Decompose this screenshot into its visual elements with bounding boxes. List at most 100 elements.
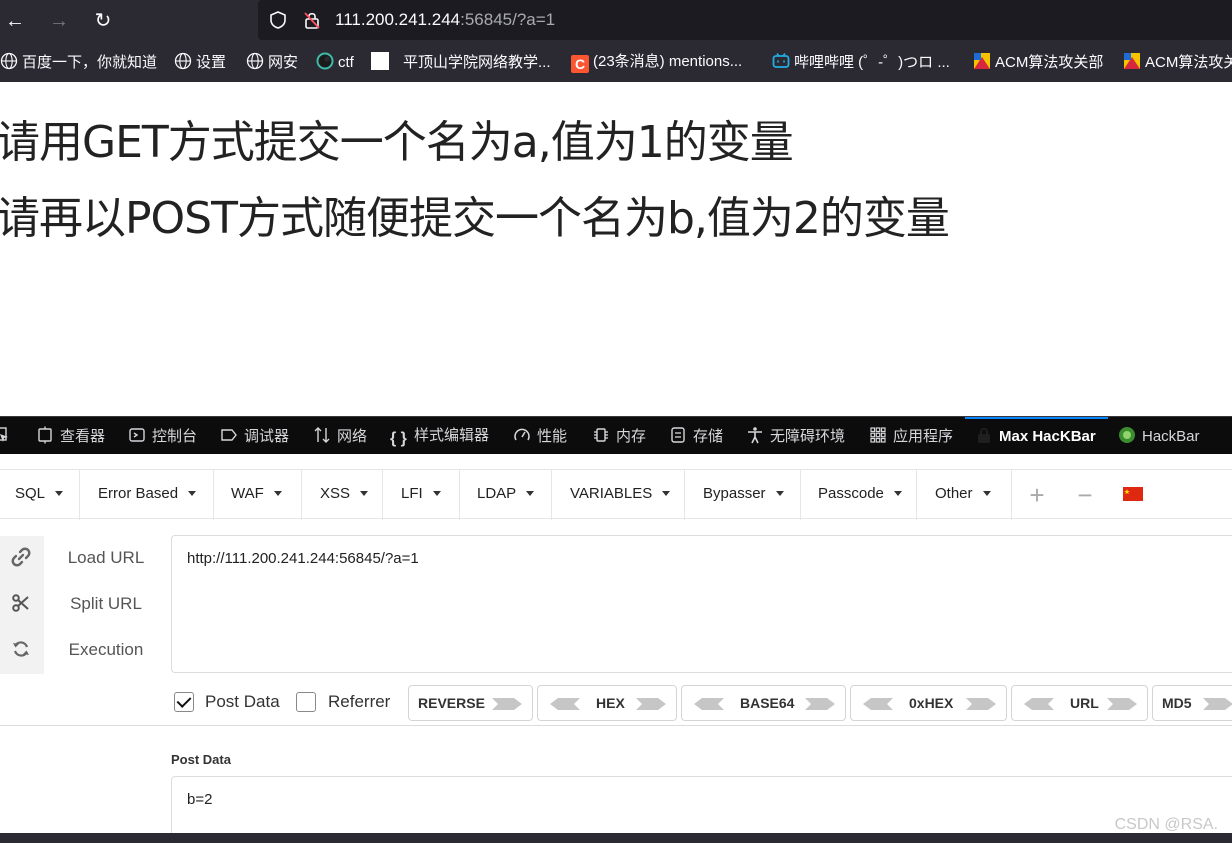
plus-icon[interactable]: +	[1025, 482, 1049, 508]
url-host: 111.200.241.244	[335, 10, 461, 29]
arrow-left-icon	[1024, 698, 1054, 710]
menu-ldap[interactable]: LDAP	[462, 470, 552, 520]
caret-down-icon	[432, 491, 441, 496]
hackbar-menubar: SQL Error Based WAF XSS LFI LDAP VARIABL…	[0, 469, 1232, 520]
bookmark-netsec[interactable]: 网安	[246, 52, 298, 72]
menu-lfi[interactable]: LFI	[386, 470, 460, 520]
tab-application[interactable]: 应用程序	[869, 426, 953, 446]
hackbar-options-row: Post Data Referrer REVERSE HEX BASE64 0x…	[0, 682, 1232, 726]
menu-waf[interactable]: WAF	[216, 470, 302, 520]
tab-performance[interactable]: 性能	[513, 426, 567, 446]
minus-icon[interactable]: −	[1073, 482, 1097, 508]
tab-accessibility[interactable]: 无障碍环境	[746, 426, 845, 446]
caret-down-icon	[360, 491, 369, 496]
0xhex-button[interactable]: 0xHEX	[850, 685, 1007, 721]
arrow-right-icon	[1107, 698, 1137, 710]
back-arrow-icon[interactable]: ←	[2, 8, 28, 34]
caret-down-icon	[55, 491, 64, 496]
inspect-picker-icon[interactable]	[0, 426, 16, 446]
tab-hackbar[interactable]: HackBar	[1118, 426, 1200, 446]
grid-icon	[870, 427, 886, 443]
reverse-button[interactable]: REVERSE	[408, 685, 533, 721]
execution-button[interactable]: Execution	[44, 640, 168, 660]
bookmark-settings[interactable]: 设置	[174, 52, 226, 72]
bookmark-acm-1[interactable]: ACM算法攻关部	[973, 52, 1103, 72]
arrow-right-icon	[1203, 698, 1232, 710]
referrer-checkbox[interactable]	[296, 692, 316, 712]
bookmark-csdn[interactable]: C (23条消息) mentions...	[571, 52, 742, 73]
lock-icon	[978, 427, 990, 443]
instruction-line-2: 请再以POST方式随便提交一个名为b,值为2的变量	[0, 193, 950, 244]
hackbar-panel: SQL Error Based WAF XSS LFI LDAP VARIABL…	[0, 454, 1232, 843]
page-content: 请用GET方式提交一个名为a,值为1的变量 请再以POST方式随便提交一个名为b…	[0, 82, 1232, 416]
referrer-label: Referrer	[328, 692, 391, 711]
bilibili-tv-icon	[772, 53, 790, 68]
globe-icon	[174, 52, 192, 70]
refresh-icon[interactable]	[10, 639, 32, 661]
hex-button[interactable]: HEX	[537, 685, 677, 721]
post-data-value: b=2	[187, 791, 213, 808]
link-icon[interactable]	[10, 547, 32, 569]
bookmarks-bar: 百度一下，你就知道 设置 网安 ctf 平顶山学院网络教学... C (23条消息…	[0, 42, 1232, 82]
arrow-right-icon	[805, 698, 835, 710]
active-tab-indicator	[965, 417, 1108, 419]
hackbar-logo-icon	[1119, 427, 1135, 443]
caret-down-icon	[188, 491, 197, 496]
tab-memory[interactable]: 内存	[592, 426, 646, 446]
globe-icon	[246, 52, 264, 70]
bookmark-baidu[interactable]: 百度一下，你就知道	[0, 52, 157, 72]
split-url-button[interactable]: Split URL	[44, 594, 168, 614]
tab-max-hackbar[interactable]: Max HacKBar	[975, 426, 1096, 446]
shield-icon[interactable]	[268, 10, 288, 30]
network-icon	[314, 427, 330, 443]
menu-passcode[interactable]: Passcode	[803, 470, 917, 520]
url-textarea[interactable]: http://111.200.241.244:56845/?a=1	[171, 535, 1232, 673]
forward-arrow-icon[interactable]: →	[46, 8, 72, 34]
base64-button[interactable]: BASE64	[681, 685, 846, 721]
menu-other[interactable]: Other	[920, 470, 1012, 520]
tab-debugger[interactable]: 调试器	[220, 426, 289, 446]
post-data-label: Post Data	[205, 692, 280, 711]
menu-xss[interactable]: XSS	[305, 470, 383, 520]
caret-down-icon	[662, 491, 671, 496]
hackbar-action-sidebar	[0, 536, 44, 674]
menu-error-based[interactable]: Error Based	[83, 470, 214, 520]
china-flag-icon[interactable]	[1123, 487, 1143, 501]
url-encode-button[interactable]: URL	[1011, 685, 1148, 721]
watermark: CSDN @RSA.	[1114, 816, 1218, 833]
arrow-right-icon	[492, 698, 522, 710]
md5-button[interactable]: MD5	[1152, 685, 1232, 721]
tab-storage[interactable]: 存储	[669, 426, 723, 446]
scissors-icon[interactable]	[10, 593, 32, 615]
tab-network[interactable]: 网络	[313, 426, 367, 446]
post-data-checkbox[interactable]	[174, 692, 194, 712]
browser-toolbar: ← → ↻ 111.200.241.244:56845/?a=1	[0, 0, 1232, 42]
storage-icon	[671, 427, 685, 443]
blank-page-icon	[371, 52, 389, 70]
arrow-right-icon	[966, 698, 996, 710]
bookmark-ctf[interactable]: ctf	[316, 52, 354, 72]
load-url-button[interactable]: Load URL	[44, 548, 168, 568]
tab-style-editor[interactable]: { } 样式编辑器	[390, 426, 489, 447]
bottom-strip	[0, 833, 1232, 843]
reload-icon[interactable]: ↻	[90, 8, 116, 34]
tab-inspector[interactable]: 查看器	[36, 426, 105, 446]
insecure-lock-icon[interactable]	[302, 10, 322, 30]
arrow-right-icon	[636, 698, 666, 710]
accessibility-icon	[748, 427, 762, 444]
url-text[interactable]: 111.200.241.244:56845/?a=1	[335, 10, 555, 30]
bookmark-pdsu[interactable]: 平顶山学院网络教学...	[371, 52, 551, 72]
acm-logo-icon	[1124, 53, 1140, 69]
braces-icon: { }	[390, 430, 407, 447]
menu-sql[interactable]: SQL	[0, 470, 80, 520]
arrow-left-icon	[550, 698, 580, 710]
arrow-left-icon	[694, 698, 724, 710]
bookmark-bilibili[interactable]: 哔哩哔哩 (゜-゜)つロ ...	[772, 52, 950, 72]
instruction-line-1: 请用GET方式提交一个名为a,值为1的变量	[0, 117, 794, 168]
menu-bypasser[interactable]: Bypasser	[688, 470, 801, 520]
caret-down-icon	[273, 491, 282, 496]
bookmark-acm-2[interactable]: ACM算法攻关部	[1123, 52, 1232, 72]
menu-variables[interactable]: VARIABLES	[555, 470, 685, 520]
picker-icon	[0, 427, 8, 442]
tab-console[interactable]: 控制台	[128, 426, 197, 446]
